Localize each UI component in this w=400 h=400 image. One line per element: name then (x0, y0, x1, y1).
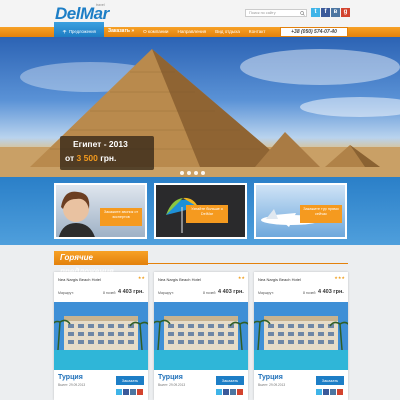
share-links (316, 389, 343, 395)
googleplus-icon[interactable] (237, 389, 243, 395)
hotel-stars: ★★★ (334, 275, 345, 280)
social-links: t f в g (311, 8, 350, 17)
hotel-name: Nea Nargis Beach Hotel (158, 277, 201, 282)
slider-dots (180, 171, 205, 175)
route-label: Маршрут: (258, 291, 274, 295)
slider-dot[interactable] (180, 171, 184, 175)
vk-icon[interactable] (330, 389, 336, 395)
slider-dot[interactable] (194, 171, 198, 175)
hotel-image[interactable] (154, 302, 248, 370)
hotel-image[interactable] (54, 302, 148, 370)
order-button[interactable]: Заказать (116, 376, 144, 385)
twitter-icon[interactable] (116, 389, 122, 395)
nights-label: 8 ночей (303, 291, 316, 295)
hotel-stars: ★★ (237, 275, 245, 280)
offer-country: Турция (158, 374, 183, 381)
googleplus-icon[interactable]: g (341, 8, 350, 17)
offer-price: 4 403 грн. (118, 289, 144, 295)
feature-about-button[interactable]: Узнайте больше о DelMar (186, 205, 228, 223)
departure-date: Вылет: 29.09.2013 (258, 383, 286, 387)
departure-date: Вылет: 29.09.2013 (158, 383, 186, 387)
facebook-icon[interactable]: f (321, 8, 330, 17)
googleplus-icon[interactable] (137, 389, 143, 395)
route-label: Маршрут: (58, 291, 74, 295)
slider-dot[interactable] (187, 171, 191, 175)
hotel-image[interactable] (254, 302, 348, 370)
offer-card[interactable]: Nea Nargis Beach Hotel ★★★ Маршрут: 8 но… (254, 272, 348, 400)
nights-label: 8 ночей (203, 291, 216, 295)
slider-dot[interactable] (201, 171, 205, 175)
route-label: Маршрут: (158, 291, 174, 295)
twitter-icon[interactable]: t (311, 8, 320, 17)
offer-price: 4 403 грн. (218, 289, 244, 295)
feature-callback[interactable]: Закажите звонок от экспертов (54, 183, 147, 239)
hot-offers-title: Горячие предложения (54, 251, 148, 276)
promo-title: Египет - 2013 (73, 139, 128, 149)
share-links (116, 389, 143, 395)
phone-number: +38 (050) 574-07-40 (280, 27, 348, 37)
twitter-icon[interactable] (316, 389, 322, 395)
features-band: Закажите звонок от экспертов Узнайте бол… (0, 177, 400, 245)
search-input[interactable]: Поиск по сайту (245, 9, 307, 17)
facebook-icon[interactable] (323, 389, 329, 395)
offer-country: Турция (258, 374, 283, 381)
logo[interactable]: DelMar (55, 4, 109, 24)
nav-item-destinations[interactable]: Направления (178, 28, 207, 35)
offer-card[interactable]: Nea Nargis Beach Hotel ★★ Маршрут: 8 ноч… (54, 272, 148, 400)
share-links (216, 389, 243, 395)
twitter-icon[interactable] (216, 389, 222, 395)
nav-item-about[interactable]: О компании (143, 28, 168, 35)
logo-subtitle: travel (96, 3, 105, 7)
offer-country: Турция (58, 374, 83, 381)
vk-icon[interactable] (130, 389, 136, 395)
search-icon[interactable] (300, 11, 305, 16)
umbrella-icon (62, 30, 67, 34)
order-button[interactable]: Заказать (316, 376, 344, 385)
offer-price: 4 403 грн. (318, 289, 344, 295)
nights-label: 8 ночей (103, 291, 116, 295)
feature-callback-button[interactable]: Закажите звонок от экспертов (100, 208, 142, 226)
nav-item-contact[interactable]: Контакт (249, 28, 266, 35)
vk-icon[interactable] (230, 389, 236, 395)
feature-order-tour[interactable]: Закажите тур прямо сейчас (254, 183, 347, 239)
facebook-icon[interactable] (123, 389, 129, 395)
offer-card[interactable]: Nea Nargis Beach Hotel ★★ Маршрут: 8 ноч… (154, 272, 248, 400)
googleplus-icon[interactable] (337, 389, 343, 395)
hotel-stars: ★★ (137, 275, 145, 280)
vk-icon[interactable]: в (331, 8, 340, 17)
hotel-name: Nea Nargis Beach Hotel (58, 277, 101, 282)
divider (148, 263, 348, 264)
departure-date: Вылет: 29.09.2013 (58, 383, 86, 387)
feature-about[interactable]: Узнайте больше о DelMar (154, 183, 247, 239)
nav-menu: Заказать » О компании Направления Вид от… (108, 28, 265, 35)
feature-order-tour-button[interactable]: Закажите тур прямо сейчас (300, 205, 342, 223)
facebook-icon[interactable] (223, 389, 229, 395)
promo-box[interactable]: Египет - 2013 от 3 500 грн. (60, 136, 154, 170)
nav-home-label: Предложения (69, 29, 96, 34)
nav-item-order[interactable]: Заказать » (108, 28, 134, 35)
hotel-name: Nea Nargis Beach Hotel (258, 277, 301, 282)
promo-price: от 3 500 грн. (65, 153, 117, 163)
search-placeholder: Поиск по сайту (249, 11, 276, 15)
order-button[interactable]: Заказать (216, 376, 244, 385)
nav-item-holiday-type[interactable]: Вид отдыха (215, 28, 240, 35)
